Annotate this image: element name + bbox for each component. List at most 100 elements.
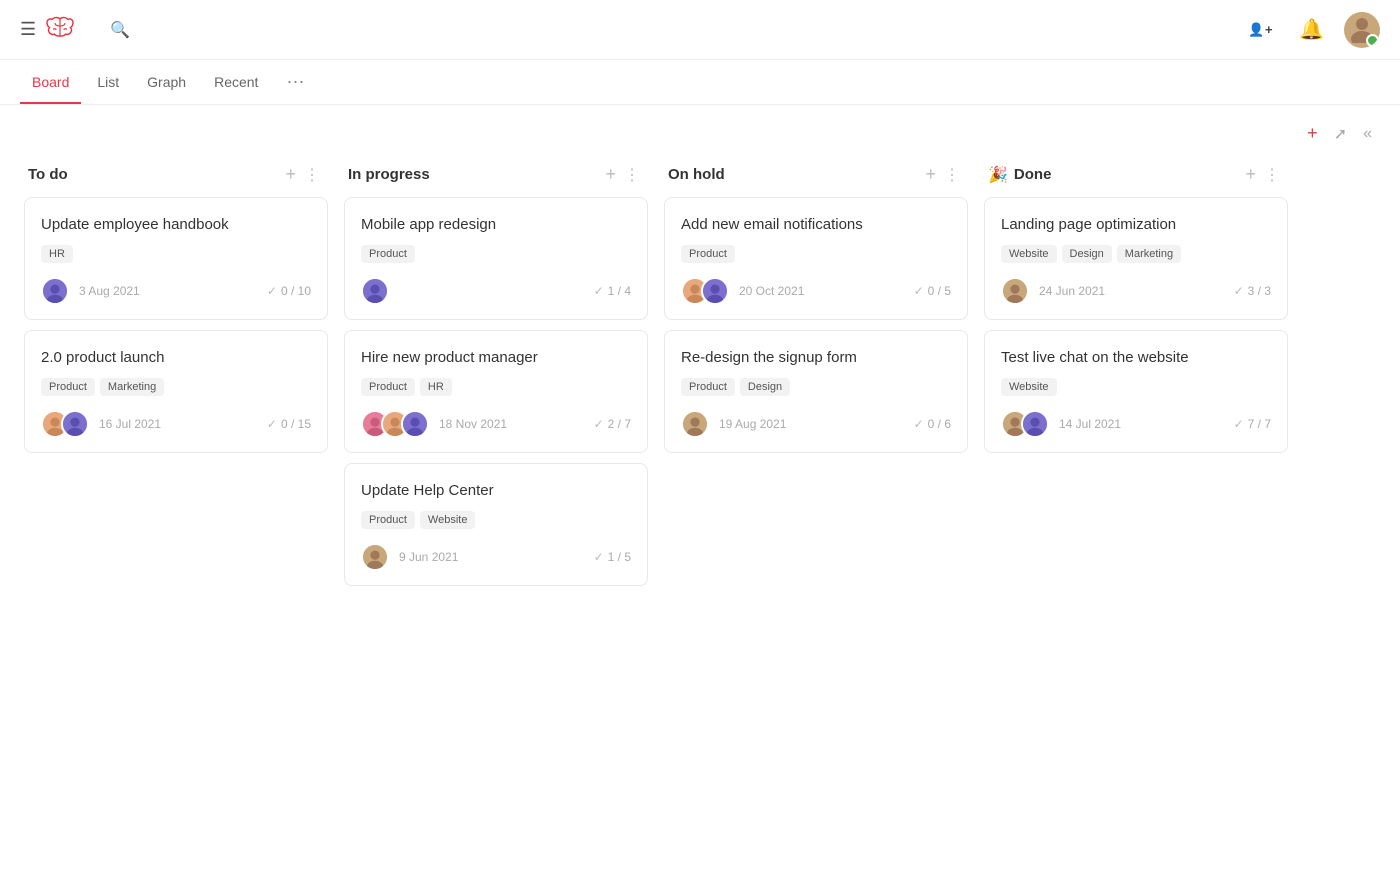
column-done: 🎉 Done + ⋮ Landing page optimization Webs…	[976, 156, 1296, 596]
card-avatars	[41, 277, 69, 305]
card-title: 2.0 product launch	[41, 349, 311, 366]
card-avatars	[361, 277, 389, 305]
card-title: Update employee handbook	[41, 216, 311, 233]
avatar	[401, 410, 429, 438]
column-add-button[interactable]: +	[601, 164, 620, 185]
card-footer: 20 Oct 2021 ✓ 0 / 5	[681, 277, 951, 305]
expand-board-button[interactable]: ➚	[1330, 122, 1351, 146]
card-footer: 14 Jul 2021 ✓ 7 / 7	[1001, 410, 1271, 438]
column-header: On hold + ⋮	[664, 156, 968, 197]
tag: Product	[41, 378, 95, 396]
card-footer: 16 Jul 2021 ✓ 0 / 15	[41, 410, 311, 438]
card-tags: ProductDesign	[681, 378, 951, 396]
column-more-button[interactable]: ⋮	[940, 165, 964, 185]
column-add-button[interactable]: +	[281, 164, 300, 185]
card-title: Test live chat on the website	[1001, 349, 1271, 366]
task-count: 7 / 7	[1248, 417, 1271, 431]
column-more-button[interactable]: ⋮	[300, 165, 324, 185]
tag: Product	[681, 378, 735, 396]
tag: Marketing	[100, 378, 164, 396]
avatar	[41, 277, 69, 305]
card-avatars	[1001, 410, 1049, 438]
check-icon: ✓	[594, 550, 604, 564]
task-count: 0 / 10	[281, 284, 311, 298]
card[interactable]: Add new email notifications Product 20 O…	[664, 197, 968, 320]
search-area[interactable]: 🔍	[110, 20, 136, 40]
column-title: To do	[28, 166, 281, 183]
card-footer: 18 Nov 2021 ✓ 2 / 7	[361, 410, 631, 438]
card-avatars	[361, 410, 429, 438]
column-header: 🎉 Done + ⋮	[984, 156, 1288, 197]
card-tags: Website	[1001, 378, 1271, 396]
nav-more-icon[interactable]: ⋯	[278, 62, 312, 103]
card[interactable]: Landing page optimization Website Design M…	[984, 197, 1288, 320]
card[interactable]: Mobile app redesign Product ✓ 1 / 4	[344, 197, 648, 320]
bell-icon[interactable]: 🔔	[1299, 17, 1324, 42]
avatar	[1001, 277, 1029, 305]
card-title: Landing page optimization	[1001, 216, 1271, 233]
check-icon: ✓	[594, 284, 604, 298]
card-tags: Product	[681, 245, 951, 263]
add-project-button[interactable]: +	[1303, 121, 1322, 146]
card-date: 20 Oct 2021	[739, 284, 914, 298]
tag: HR	[41, 245, 73, 263]
tag: Website	[1001, 245, 1057, 263]
collapse-board-button[interactable]: «	[1359, 123, 1376, 145]
tag: Website	[1001, 378, 1057, 396]
column-onhold: On hold + ⋮ Add new email notifications …	[656, 156, 976, 596]
card[interactable]: 2.0 product launch Product Marketing 16 J…	[24, 330, 328, 453]
task-count: 1 / 5	[608, 550, 631, 564]
card[interactable]: Update employee handbook HR 3 Aug 2021 ✓…	[24, 197, 328, 320]
card-date: 16 Jul 2021	[99, 417, 267, 431]
card-avatars	[681, 277, 729, 305]
logo[interactable]	[46, 16, 80, 44]
card-footer: 24 Jun 2021 ✓ 3 / 3	[1001, 277, 1271, 305]
tab-list[interactable]: List	[85, 60, 131, 104]
invite-people-button[interactable]: 👤+	[1248, 22, 1279, 38]
column-add-button[interactable]: +	[1241, 164, 1260, 185]
column-more-button[interactable]: ⋮	[1260, 165, 1284, 185]
avatar	[681, 410, 709, 438]
card[interactable]: Test live chat on the website Website 14…	[984, 330, 1288, 453]
tab-board[interactable]: Board	[20, 60, 81, 104]
tag: Product	[681, 245, 735, 263]
card-tasks: ✓ 2 / 7	[594, 417, 631, 431]
tag: Design	[1062, 245, 1112, 263]
check-icon: ✓	[914, 417, 924, 431]
card-avatars	[1001, 277, 1029, 305]
card-tasks: ✓ 1 / 4	[594, 284, 631, 298]
card-title: Hire new product manager	[361, 349, 631, 366]
card-title: Re-design the signup form	[681, 349, 951, 366]
card[interactable]: Re-design the signup form ProductDesign …	[664, 330, 968, 453]
column-add-button[interactable]: +	[921, 164, 940, 185]
column-inprogress: In progress + ⋮ Mobile app redesign Prod…	[336, 156, 656, 596]
column-todo: To do + ⋮ Update employee handbook HR 3 …	[16, 156, 336, 596]
task-count: 0 / 6	[928, 417, 951, 431]
brain-icon	[46, 16, 74, 44]
card[interactable]: Hire new product manager ProductHR 18 No…	[344, 330, 648, 453]
tab-recent[interactable]: Recent	[202, 60, 270, 104]
tag: Website	[420, 511, 476, 529]
avatar	[701, 277, 729, 305]
tag: Marketing	[1117, 245, 1181, 263]
nav-tabs: Board List Graph Recent ⋯	[0, 60, 1400, 105]
tag: Product	[361, 378, 415, 396]
card-title: Mobile app redesign	[361, 216, 631, 233]
task-count: 1 / 4	[608, 284, 631, 298]
column-icon: 🎉	[988, 165, 1008, 185]
tab-graph[interactable]: Graph	[135, 60, 198, 104]
menu-icon[interactable]: ☰	[20, 19, 36, 40]
card-tasks: ✓ 3 / 3	[1234, 284, 1271, 298]
column-title: Done	[1014, 166, 1242, 183]
user-face	[1346, 12, 1378, 48]
card-footer: 9 Jun 2021 ✓ 1 / 5	[361, 543, 631, 571]
card[interactable]: Update Help Center ProductWebsite 9 Jun …	[344, 463, 648, 586]
column-title: On hold	[668, 166, 921, 183]
task-count: 0 / 15	[281, 417, 311, 431]
card-tags: ProductWebsite	[361, 511, 631, 529]
column-more-button[interactable]: ⋮	[620, 165, 644, 185]
user-avatar[interactable]	[1344, 12, 1380, 48]
card-avatars	[41, 410, 89, 438]
card-date: 18 Nov 2021	[439, 417, 594, 431]
card-tasks: ✓ 7 / 7	[1234, 417, 1271, 431]
